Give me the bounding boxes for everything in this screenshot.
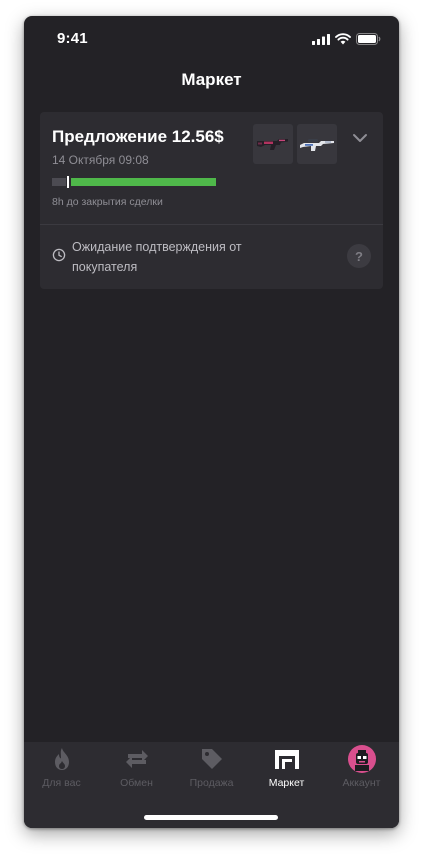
status-bar: 9:41 — [24, 16, 399, 60]
sniper-rifle-skin-icon — [300, 139, 334, 151]
offer-card[interactable]: Предложение 12.56$ 14 Октября 09:08 8h д… — [40, 112, 383, 289]
tab-label: Аккаунт — [342, 777, 381, 789]
tab-label: Маркет — [268, 777, 305, 789]
tab-label: Для вас — [42, 777, 81, 789]
deal-deadline: 8h до закрытия сделки — [52, 196, 163, 208]
progress-marker — [67, 176, 69, 188]
offer-item-thumbnail[interactable] — [297, 124, 337, 164]
progress-remaining — [71, 178, 216, 186]
tab-sell[interactable]: Продажа — [174, 742, 249, 798]
offer-date: 14 Октября 09:08 — [52, 153, 149, 167]
status-icons — [312, 33, 381, 45]
page-title: Маркет — [181, 70, 242, 89]
chevron-down-icon — [353, 134, 367, 142]
cellular-signal-icon — [312, 33, 330, 45]
offer-item-thumbnail[interactable] — [253, 124, 293, 164]
flame-icon — [54, 748, 69, 770]
deal-timer-progress — [52, 176, 216, 188]
expand-button[interactable] — [350, 130, 370, 146]
tab-label: Обмен — [120, 777, 153, 789]
help-button[interactable]: ? — [347, 244, 371, 268]
home-indicator — [144, 815, 278, 820]
tab-label: Продажа — [189, 777, 234, 789]
card-divider — [40, 224, 383, 225]
offer-title: Предложение 12.56$ — [52, 127, 224, 146]
market-stall-icon — [274, 750, 299, 769]
rifle-skin-icon — [257, 139, 288, 150]
battery-icon — [356, 33, 381, 45]
tab-for-you[interactable]: Для вас — [24, 742, 99, 798]
wifi-icon — [335, 33, 351, 45]
tab-market[interactable]: Маркет — [249, 742, 324, 798]
progress-elapsed — [52, 178, 66, 186]
avatar — [347, 745, 376, 773]
clock-icon — [52, 248, 66, 262]
tab-account[interactable]: Аккаунт — [324, 742, 399, 798]
tab-bar: Для вас Обмен Продажа Маркет Аккаунт — [24, 742, 399, 828]
phone-screen: 9:41 Маркет Предложение 12.56$ 14 Октябр… — [24, 16, 399, 828]
tab-exchange[interactable]: Обмен — [99, 742, 174, 798]
offer-status-text: Ожидание подтверждения от покупателя — [72, 240, 242, 274]
price-tag-icon — [201, 749, 222, 769]
robot-face-icon — [354, 750, 369, 771]
swap-icon — [125, 750, 148, 768]
status-time: 9:41 — [57, 30, 88, 47]
